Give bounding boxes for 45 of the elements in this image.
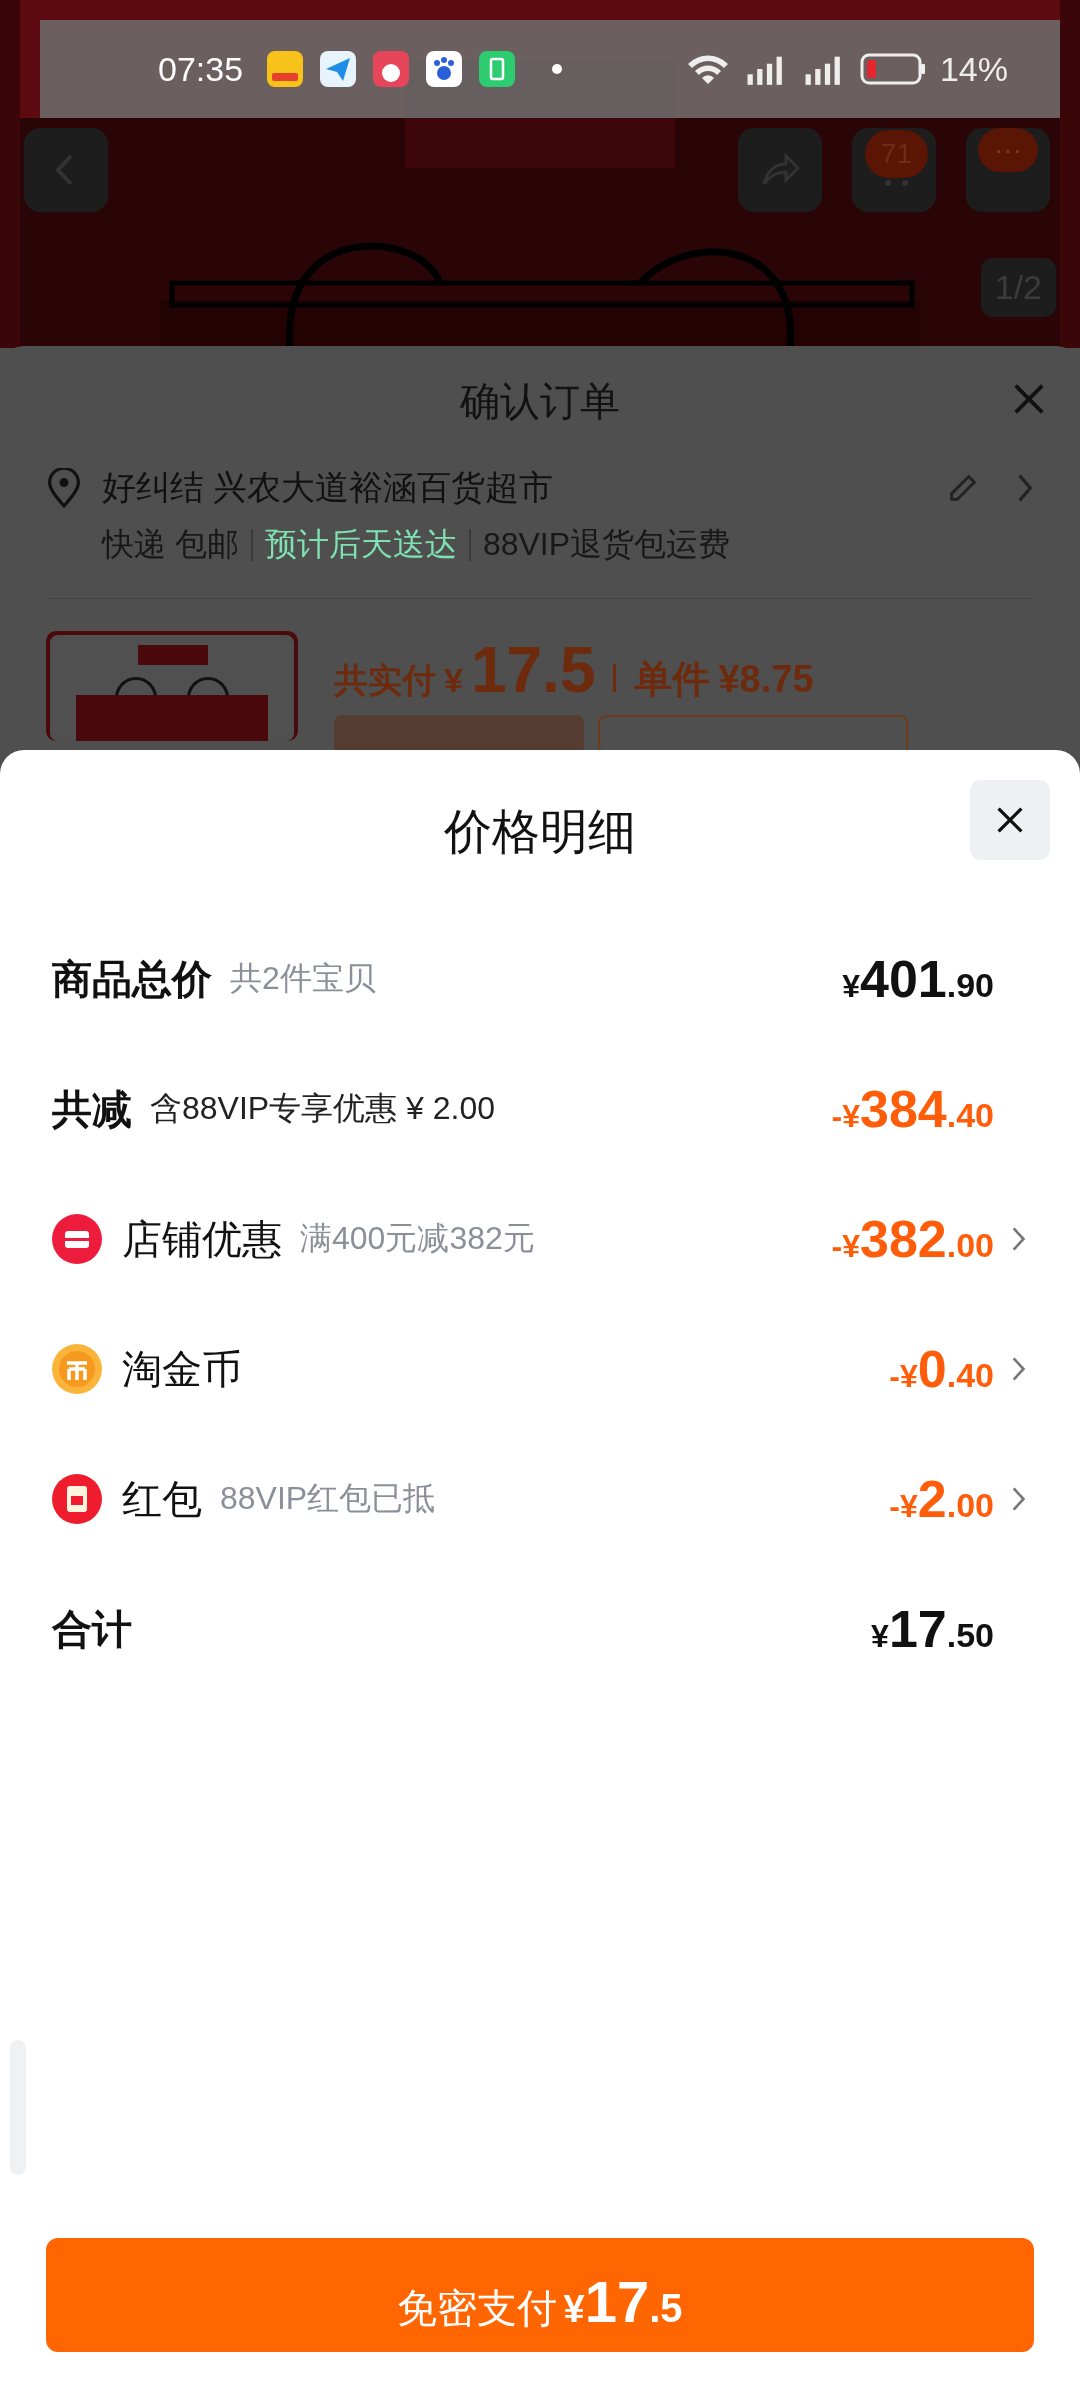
total-paid-label: 共实付 xyxy=(334,660,436,701)
delivery-address[interactable]: 好纠结 兴农大道裕涵百货超市 xyxy=(102,465,554,511)
sheet-title: 确认订单 xyxy=(460,377,620,425)
price-note: 满400元减382元 xyxy=(300,1219,535,1258)
chevron-icon xyxy=(1016,472,1034,504)
price-note: 共2件宝贝 xyxy=(230,959,376,998)
app-icon xyxy=(373,51,410,87)
price-amount: ¥17.50 xyxy=(871,1599,994,1659)
delivery-info: 预计后天送达 xyxy=(264,525,457,564)
battery-level: 14% xyxy=(939,49,1008,89)
price-amount: -¥0.40 xyxy=(889,1339,994,1399)
battery-app-icon xyxy=(479,51,516,87)
pay-button[interactable]: 免密支付¥17.5 xyxy=(46,2238,1034,2352)
paper-plane-icon xyxy=(320,51,357,87)
price-label: 红包 xyxy=(122,1475,202,1523)
unit-price: ¥8.75 xyxy=(718,658,814,701)
price-amount: ¥401.90 xyxy=(842,949,994,1009)
coin-icon xyxy=(52,1344,102,1394)
battery-icon xyxy=(859,53,926,85)
share-button[interactable] xyxy=(738,128,822,212)
sheet-title: 价格明细 xyxy=(444,804,636,860)
price-note: 含88VIP专享优惠 ¥ 2.00 xyxy=(150,1089,496,1128)
price-label: 淘金币 xyxy=(122,1345,242,1393)
price-label: 店铺优惠 xyxy=(122,1215,282,1263)
price-label: 共减 xyxy=(52,1085,132,1133)
price-amount: -¥384.40 xyxy=(831,1079,994,1139)
status-time: 07:35 xyxy=(158,49,244,89)
paw-icon xyxy=(426,51,463,87)
delivery-info: 88VIP退货包运费 xyxy=(482,525,731,564)
app-icon xyxy=(267,51,304,87)
shop-icon xyxy=(52,1214,102,1264)
dot-icon xyxy=(552,64,563,74)
back-button[interactable] xyxy=(24,128,108,212)
location-pin-icon xyxy=(46,468,82,508)
price-note: 88VIP红包已抵 xyxy=(220,1479,436,1518)
price-amount: -¥382.00 xyxy=(831,1209,994,1269)
price-amount: -¥2.00 xyxy=(889,1469,994,1529)
unit-price-label: 单件 xyxy=(634,657,711,702)
currency-sign: ¥ xyxy=(444,661,463,700)
more-button[interactable]: ··· xyxy=(966,128,1050,212)
total-paid-amount: 17.5 xyxy=(470,633,596,707)
envelope-icon xyxy=(52,1474,102,1524)
price-label: 合计 xyxy=(52,1605,132,1653)
price-label: 商品总价 xyxy=(52,955,212,1003)
close-button[interactable] xyxy=(970,780,1050,860)
